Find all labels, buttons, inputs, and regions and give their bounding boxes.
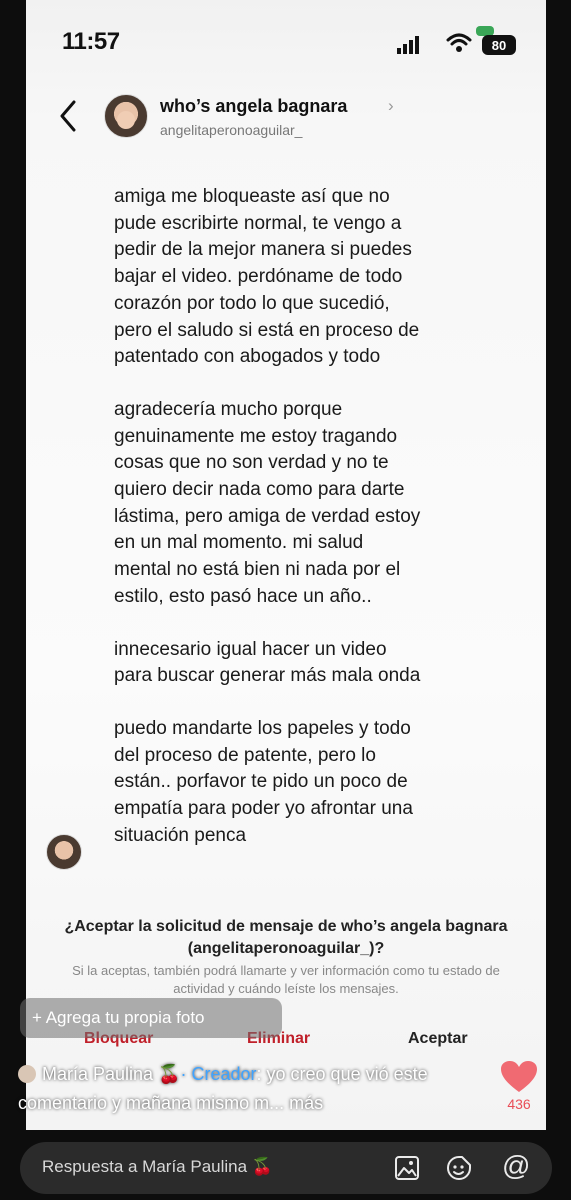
wifi-icon (446, 33, 472, 52)
message-paragraph: amiga me bloqueaste así que no pude escr… (114, 186, 420, 368)
sticker-icon[interactable] (446, 1155, 472, 1181)
add-photo-button[interactable]: + Agrega tu propia foto (20, 998, 282, 1038)
like-count: 436 (507, 1096, 531, 1112)
comment: María Paulina 🍒· Creador: yo creo que vi… (18, 1060, 488, 1118)
cherry-emoji: 🍒 (158, 1064, 181, 1084)
accept-button[interactable]: Aceptar (408, 1030, 468, 1048)
status-bar: 11:57 80 (26, 0, 546, 80)
reply-placeholder: Respuesta a María Paulina 🍒 (42, 1157, 273, 1176)
message-paragraph: puedo mandarte los papeles y todo del pr… (114, 717, 413, 846)
message-paragraph: agradecería mucho porque genuinamente me… (114, 398, 421, 607)
reply-input[interactable]: Respuesta a María Paulina 🍒 @ (20, 1142, 552, 1194)
creator-badge: · Creador (180, 1064, 257, 1084)
chevron-right-icon: › (388, 96, 394, 115)
mention-icon[interactable]: @ (502, 1150, 530, 1182)
comment-author[interactable]: María Paulina (42, 1064, 153, 1084)
request-title: ¿Aceptar la solicitud de mensaje de who’… (64, 918, 508, 957)
avatar[interactable] (104, 94, 148, 138)
image-icon[interactable] (394, 1155, 420, 1181)
commenter-avatar (18, 1065, 36, 1083)
story-card: 11:57 80 who’s angela bagnara › angelita… (26, 0, 546, 1130)
sender-avatar (46, 834, 82, 870)
conversation-name[interactable]: who’s angela bagnara (160, 96, 347, 117)
back-chevron-icon[interactable] (54, 98, 84, 134)
message-bubble: amiga me bloqueaste así que no pude escr… (114, 184, 494, 875)
status-time: 11:57 (62, 28, 120, 55)
request-subtitle: Si la aceptas, también podrá llamarte y … (72, 963, 500, 996)
cellular-signal-icon (397, 36, 421, 54)
conversation-username: angelitaperonoaguilar_ (160, 122, 303, 138)
comment-more-link[interactable]: más (289, 1093, 323, 1113)
message-paragraph: innecesario igual hacer un video para bu… (114, 638, 421, 687)
battery-icon: 80 (482, 35, 516, 55)
heart-icon[interactable] (500, 1060, 538, 1094)
